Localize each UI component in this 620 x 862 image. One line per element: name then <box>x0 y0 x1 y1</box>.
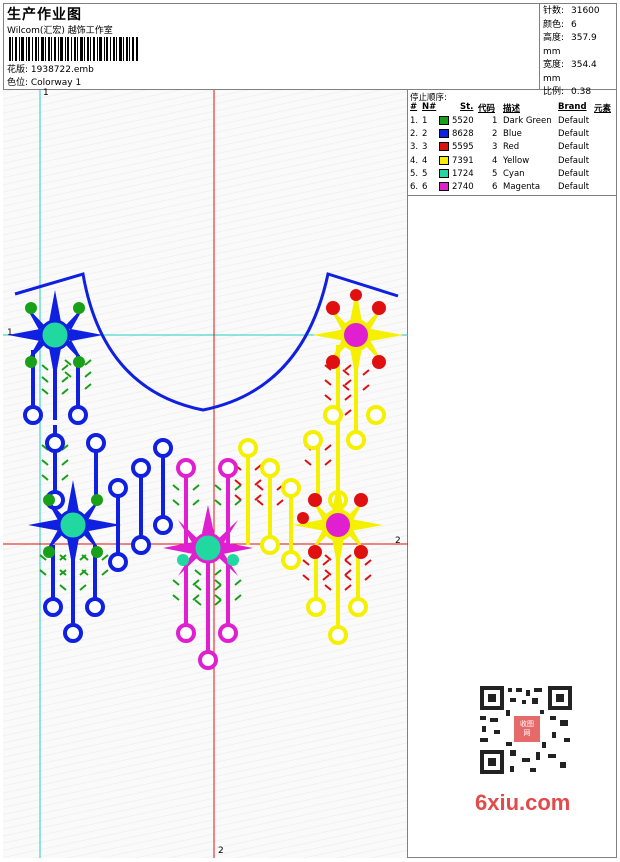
stat-colors: 颜色: 6 <box>543 19 577 30</box>
axis-label-bottom: 2 <box>218 846 224 856</box>
stop-row-desc: Yellow <box>503 155 530 166</box>
stop-row-st: 2740 <box>452 182 474 192</box>
stop-row-desc: Dark Green <box>503 116 552 126</box>
stop-row-code: 6 <box>492 182 498 192</box>
color-swatch <box>439 116 449 125</box>
header: 生产作业图 Wilcom(汇宏) 越饰工作室 花版: 1938722.emb 色… <box>3 3 617 97</box>
stop-row-desc: Red <box>503 142 520 153</box>
stop-row[interactable]: 5. 5 1724 5 Cyan Default <box>408 168 617 182</box>
axis-label-left: 1 <box>7 328 13 338</box>
color-swatch <box>439 168 449 178</box>
axis-label-top: 1 <box>43 88 49 98</box>
stop-row-code: 4 <box>492 155 498 166</box>
col-header-code: 代码 <box>478 104 496 114</box>
stop-row-code: 2 <box>492 129 498 140</box>
stop-row-st: 7391 <box>452 155 474 166</box>
watermark-site: 6xiu.com <box>475 790 571 815</box>
axis-label-right: 2 <box>395 536 401 546</box>
embroidery-design <box>3 90 408 858</box>
stop-row-st: 8628 <box>452 129 474 140</box>
stop-row-n: 4 <box>422 155 428 166</box>
stat-width: 宽度: 354.4 mm <box>543 60 597 84</box>
stop-row-num: 4. <box>410 155 419 166</box>
stop-row[interactable]: 2. 2 8628 2 Blue Default <box>408 129 617 142</box>
stop-row-st: 5595 <box>452 142 474 153</box>
barcode <box>9 37 138 61</box>
stop-row-brand: Default <box>558 142 590 153</box>
stop-row-desc: Blue <box>503 129 522 140</box>
header-info: 生产作业图 Wilcom(汇宏) 越饰工作室 花版: 1938722.emb 色… <box>3 3 540 90</box>
stop-row-brand: Default <box>558 168 590 179</box>
col-header-element: 元素 <box>594 104 612 114</box>
color-swatch <box>439 142 449 152</box>
stop-row-brand: Default <box>558 116 590 126</box>
stop-row-num: 3. <box>410 142 419 153</box>
design-filename: 花版: 1938722.emb <box>7 65 94 75</box>
stop-row-n: 5 <box>422 168 428 179</box>
stop-row-n: 6 <box>422 182 428 192</box>
colorway-label: 色位: Colorway 1 <box>7 78 82 88</box>
qr-stamp-text: 收图网 <box>520 720 534 737</box>
stop-row-n: 1 <box>422 116 428 126</box>
color-swatch <box>439 155 449 165</box>
stop-row-brand: Default <box>558 182 590 192</box>
qr-code: 收图网 <box>470 680 582 780</box>
stat-stitches: 针数: 31600 <box>543 6 600 16</box>
company-name: Wilcom(汇宏) 越饰工作室 <box>7 26 113 36</box>
stem-leaves <box>39 359 372 606</box>
stop-row-code: 3 <box>492 142 498 153</box>
flower-bottom-right <box>293 480 383 570</box>
stop-row-code: 5 <box>492 168 498 179</box>
stop-row-desc: Magenta <box>503 182 541 192</box>
col-header-st: St. <box>460 102 474 112</box>
stop-row-num: 5. <box>410 168 419 179</box>
stop-row-brand: Default <box>558 155 590 166</box>
stop-row-num: 6. <box>410 182 419 192</box>
stop-row-num: 1. <box>410 116 419 126</box>
col-header-n: N# <box>422 102 437 112</box>
stop-row-st: 5520 <box>452 116 474 126</box>
stop-row-n: 2 <box>422 129 428 140</box>
stop-row[interactable]: 4. 4 7391 4 Yellow Default <box>408 155 617 169</box>
col-header-desc: 描述 <box>503 104 521 114</box>
col-header-num: # <box>410 102 418 112</box>
stop-row-n: 3 <box>422 142 428 153</box>
stop-row[interactable]: 1. 1 5520 1 Dark Green Default <box>408 116 617 129</box>
stop-row-st: 1724 <box>452 168 474 179</box>
stat-height: 高度: 357.9 mm <box>543 33 597 57</box>
design-stats: 针数: 31600 颜色: 6 高度: 357.9 mm 宽度: 354.4 mm 比例… <box>543 5 617 100</box>
stop-row[interactable]: 6. 6 2740 6 Magenta Default <box>408 182 617 195</box>
color-swatch <box>439 182 449 191</box>
stop-sequence-panel: 停止顺序: # N# St. 代码 描述 Brand 元素 1. 1 5520 1 Da… <box>408 90 617 196</box>
design-canvas[interactable]: 1 1 2 2 <box>3 88 408 858</box>
stop-row-num: 2. <box>410 129 419 140</box>
color-swatch <box>439 129 449 139</box>
stop-row[interactable]: 3. 3 5595 3 Red Default <box>408 142 617 155</box>
stop-row-code: 1 <box>492 116 498 126</box>
page-title: 生产作业图 <box>7 7 82 23</box>
neckline-outline <box>14 272 399 412</box>
stop-row-brand: Default <box>558 129 590 140</box>
col-header-brand: Brand <box>558 102 587 112</box>
stop-row-desc: Cyan <box>503 168 525 179</box>
